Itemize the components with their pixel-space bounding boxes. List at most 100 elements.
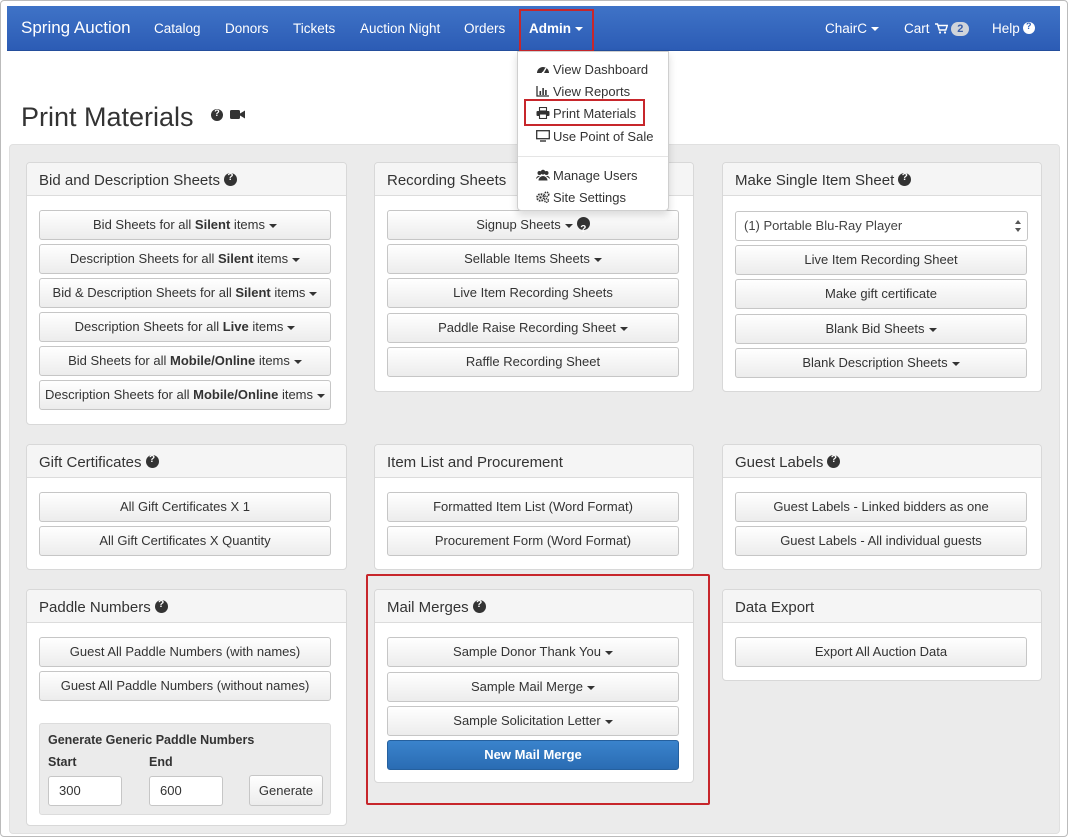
select-arrows-icon: [1015, 220, 1021, 233]
question-circle-icon[interactable]: [898, 172, 912, 186]
question-circle-icon[interactable]: [223, 172, 237, 186]
chevron-down-icon: [268, 223, 277, 228]
generate-paddle-numbers-form: Generate Generic Paddle Numbers Start En…: [39, 723, 331, 815]
bid-sheets-mobile-button[interactable]: Bid Sheets for all Mobile/Online items: [39, 346, 331, 376]
button-text-bold: Mobile/Online: [193, 387, 279, 402]
chevron-down-icon: [928, 327, 937, 332]
nav-tickets[interactable]: Tickets: [293, 21, 335, 36]
panel-heading: Make Single Item Sheet: [723, 163, 1041, 196]
blank-description-sheets-button[interactable]: Blank Description Sheets: [735, 348, 1027, 378]
panel-guest-labels: Guest Labels Guest Labels - Linked bidde…: [722, 444, 1042, 570]
raffle-recording-sheet-button[interactable]: Raffle Recording Sheet: [387, 347, 679, 377]
panel-item-list-procurement: Item List and Procurement Formatted Item…: [374, 444, 694, 570]
procurement-form-button[interactable]: Procurement Form (Word Format): [387, 526, 679, 556]
paddle-numbers-without-names-button[interactable]: Guest All Paddle Numbers (without names): [39, 671, 331, 701]
menu-item-manage-users[interactable]: Manage Users: [536, 168, 638, 183]
description-sheets-silent-button[interactable]: Description Sheets for all Silent items: [39, 244, 331, 274]
brand-link[interactable]: Spring Auction: [21, 18, 131, 38]
end-label: End: [149, 755, 173, 769]
guest-labels-individual-button[interactable]: Guest Labels - All individual guests: [735, 526, 1027, 556]
gears-icon: [536, 191, 550, 203]
nav-auction-night[interactable]: Auction Night: [360, 21, 440, 36]
menu-divider: [518, 156, 668, 157]
menu-item-view-dashboard[interactable]: View Dashboard: [536, 62, 648, 77]
chevron-down-icon: [293, 359, 302, 364]
make-gift-certificate-button[interactable]: Make gift certificate: [735, 279, 1027, 309]
chevron-down-icon: [593, 257, 602, 262]
chevron-down-icon: [292, 257, 301, 262]
question-circle-icon[interactable]: [576, 216, 590, 244]
bid-description-sheets-silent-button[interactable]: Bid & Description Sheets for all Silent …: [39, 278, 331, 308]
panel-title: Data Export: [735, 599, 815, 616]
button-text: Bid & Description Sheets for all: [52, 285, 236, 300]
nav-cart[interactable]: Cart 2: [904, 21, 970, 36]
chevron-down-icon: [951, 361, 960, 366]
bid-sheets-silent-button[interactable]: Bid Sheets for all Silent items: [39, 210, 331, 240]
panel-heading: Paddle Numbers: [27, 590, 346, 623]
panel-data-export: Data Export Export All Auction Data: [722, 589, 1042, 681]
mail-merges-highlight-box: [366, 574, 710, 805]
nav-help[interactable]: Help: [992, 21, 1035, 36]
item-select[interactable]: (1) Portable Blu-Ray Player: [735, 211, 1028, 241]
end-input[interactable]: 600: [149, 776, 223, 806]
panel-heading: Bid and Description Sheets: [27, 163, 346, 196]
sellable-items-sheets-button[interactable]: Sellable Items Sheets: [387, 244, 679, 274]
panel-heading: Data Export: [723, 590, 1041, 623]
all-gift-certificates-x1-button[interactable]: All Gift Certificates X 1: [39, 492, 331, 522]
admin-highlight-box: [519, 9, 594, 52]
panel-paddle-numbers: Paddle Numbers Guest All Paddle Numbers …: [26, 589, 347, 826]
question-circle-icon[interactable]: [145, 454, 159, 468]
live-item-recording-sheet-button[interactable]: Live Item Recording Sheet: [735, 245, 1027, 275]
button-text: Sellable Items Sheets: [464, 251, 590, 266]
formatted-item-list-button[interactable]: Formatted Item List (Word Format): [387, 492, 679, 522]
menu-item-view-reports[interactable]: View Reports: [536, 84, 630, 99]
button-text: items: [255, 353, 290, 368]
nav-orders[interactable]: Orders: [464, 21, 505, 36]
description-sheets-live-button[interactable]: Description Sheets for all Live items: [39, 312, 331, 342]
question-circle-icon[interactable]: [827, 454, 841, 468]
nav-user-dropdown[interactable]: ChairC: [825, 21, 880, 36]
live-item-recording-sheets-button[interactable]: Live Item Recording Sheets: [387, 278, 679, 308]
menu-item-site-settings[interactable]: Site Settings: [536, 190, 626, 205]
chevron-down-icon: [309, 291, 318, 296]
nav-donors[interactable]: Donors: [225, 21, 269, 36]
button-text-bold: Silent: [235, 285, 271, 300]
users-icon: [536, 169, 550, 181]
start-input[interactable]: 300: [48, 776, 122, 806]
question-circle-icon[interactable]: [211, 108, 223, 121]
page-title: Print Materials: [21, 102, 194, 132]
paddle-raise-recording-sheet-button[interactable]: Paddle Raise Recording Sheet: [387, 313, 679, 343]
button-text: items: [230, 217, 265, 232]
nav-catalog[interactable]: Catalog: [154, 21, 201, 36]
panel-title: Guest Labels: [735, 454, 824, 471]
button-text: Paddle Raise Recording Sheet: [438, 320, 616, 335]
menu-item-use-point-of-sale[interactable]: Use Point of Sale: [536, 129, 653, 144]
monitor-icon: [536, 130, 550, 142]
button-text: items: [278, 387, 314, 402]
blank-bid-sheets-button[interactable]: Blank Bid Sheets: [735, 314, 1027, 344]
button-text-bold: Mobile/Online: [169, 353, 256, 368]
button-text: Blank Description Sheets: [802, 355, 948, 370]
nav-cart-label: Cart: [904, 21, 930, 36]
panel-title: Bid and Description Sheets: [39, 172, 220, 189]
paddle-numbers-with-names-button[interactable]: Guest All Paddle Numbers (with names): [39, 637, 331, 667]
button-text: Description Sheets for all: [44, 387, 194, 402]
button-text: items: [248, 319, 284, 334]
export-all-auction-data-button[interactable]: Export All Auction Data: [735, 637, 1027, 667]
button-text: Signup Sheets: [476, 217, 561, 232]
signup-sheets-button[interactable]: Signup Sheets: [387, 210, 679, 244]
all-gift-certificates-quantity-button[interactable]: All Gift Certificates X Quantity: [39, 526, 331, 556]
guest-labels-linked-button[interactable]: Guest Labels - Linked bidders as one: [735, 492, 1027, 522]
nav-help-label: Help: [992, 21, 1020, 36]
generate-button[interactable]: Generate: [249, 775, 323, 806]
panel-gift-certificates: Gift Certificates All Gift Certificates …: [26, 444, 347, 570]
question-circle-icon: [1022, 21, 1035, 34]
question-circle-icon[interactable]: [154, 599, 168, 613]
start-label: Start: [48, 755, 77, 769]
panel-title: Recording Sheets: [387, 172, 507, 189]
video-camera-icon[interactable]: [230, 109, 246, 120]
button-text-bold: Live: [222, 319, 249, 334]
description-sheets-mobile-button[interactable]: Description Sheets for all Mobile/Online…: [39, 380, 331, 410]
panel-bid-description-sheets: Bid and Description Sheets Bid Sheets fo…: [26, 162, 347, 425]
panel-heading: Item List and Procurement: [375, 445, 693, 478]
